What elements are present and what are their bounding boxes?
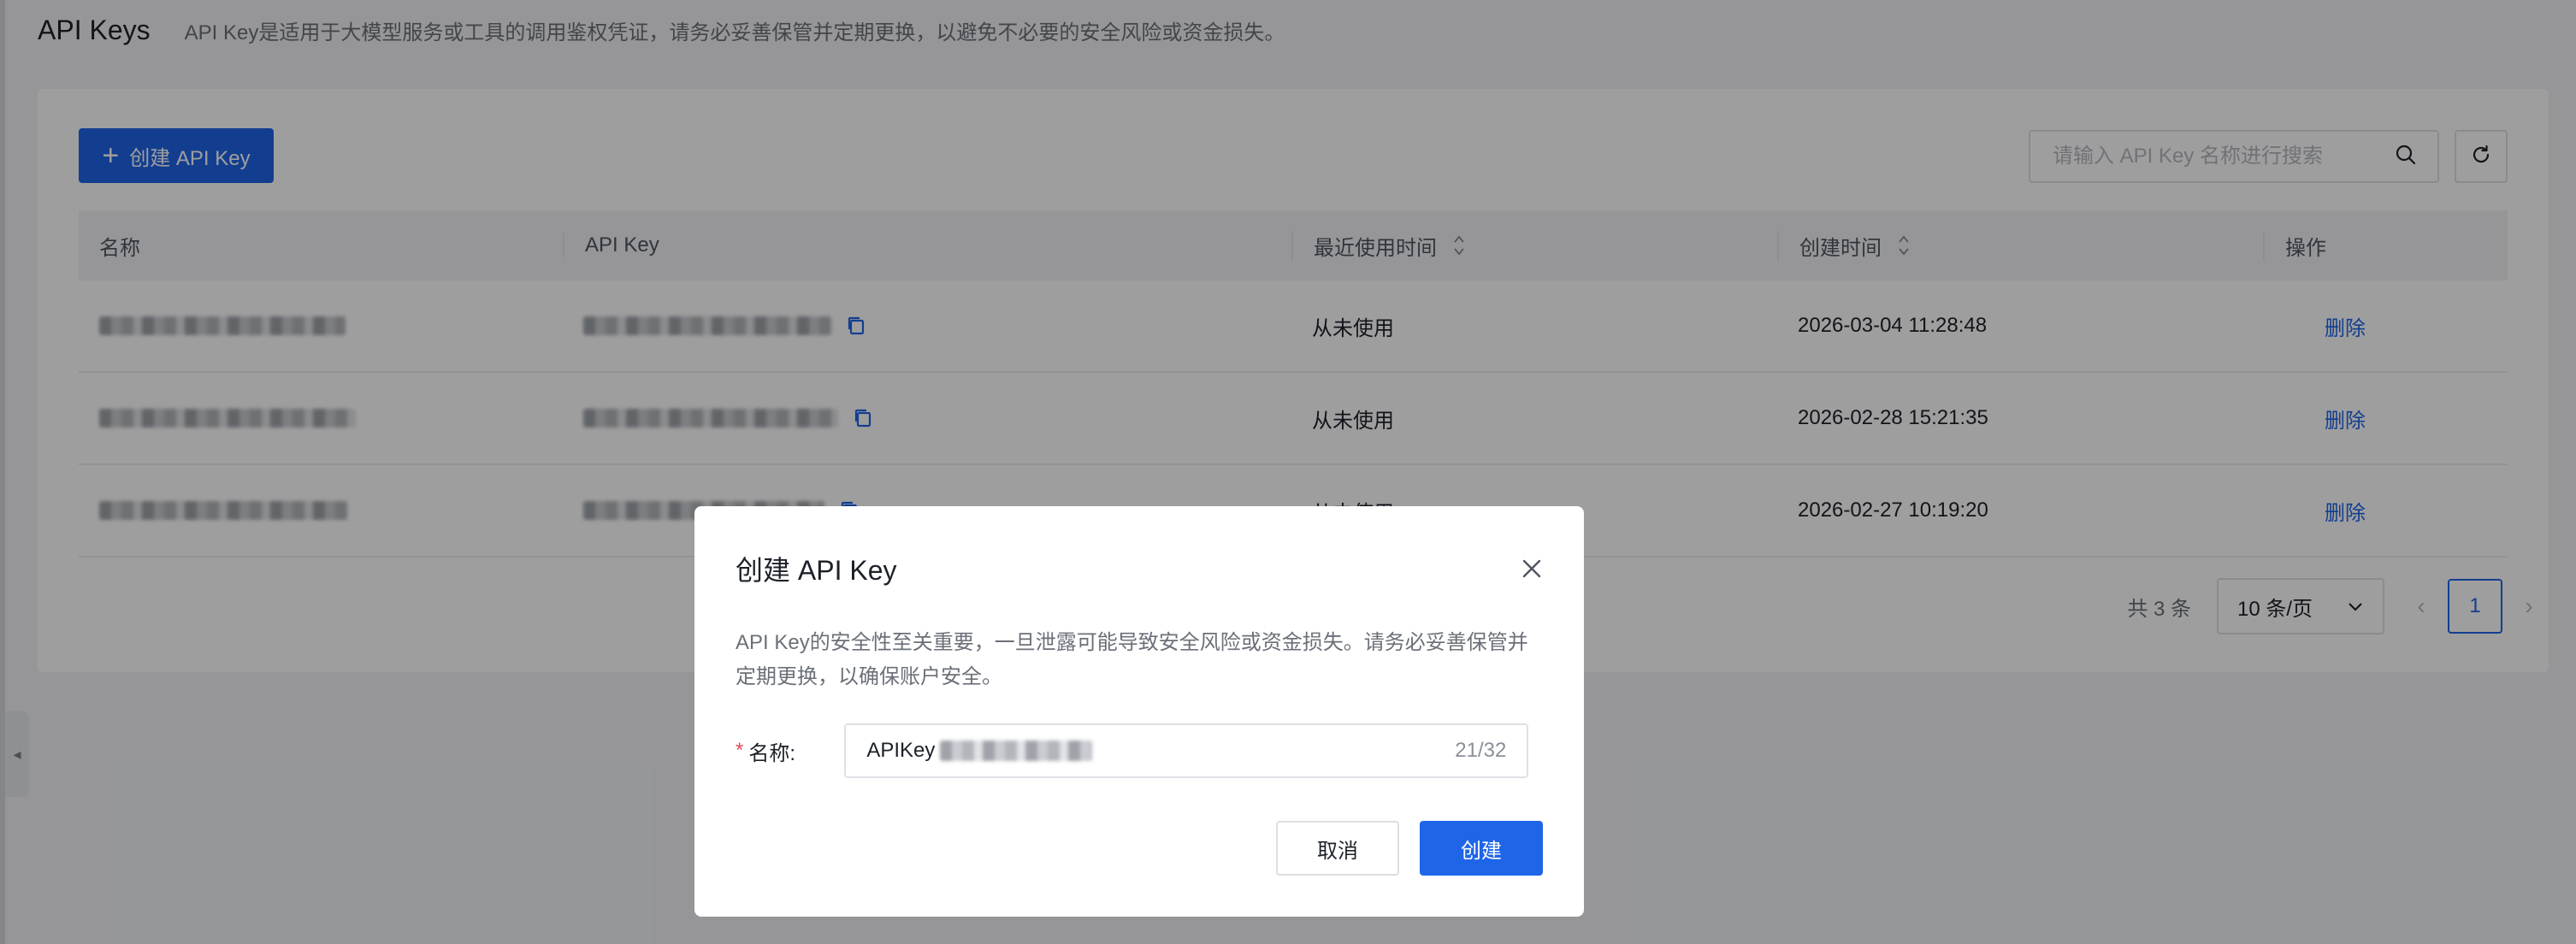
- cancel-button[interactable]: 取消: [1276, 821, 1399, 876]
- close-icon[interactable]: [1519, 556, 1545, 581]
- name-input[interactable]: APIKey 21/32: [844, 723, 1529, 778]
- name-form-row: * 名称: APIKey 21/32: [736, 723, 1529, 778]
- dialog-description: API Key的安全性至关重要，一旦泄露可能导致安全风险或资金损失。请务必妥善保…: [736, 631, 1528, 688]
- dialog-title: 创建 API Key: [736, 555, 897, 586]
- create-api-key-dialog: 创建 API Key API Key的安全性至关重要，一旦泄露可能导致安全风险或…: [694, 506, 1584, 917]
- name-input-value: APIKey: [866, 739, 1093, 763]
- name-input-prefix: APIKey: [866, 739, 936, 762]
- create-button[interactable]: 创建: [1420, 821, 1543, 876]
- required-marker: *: [736, 739, 744, 762]
- char-counter: 21/32: [1455, 739, 1507, 762]
- redacted-name-suffix: [940, 740, 1093, 761]
- name-label: 名称:: [748, 741, 796, 765]
